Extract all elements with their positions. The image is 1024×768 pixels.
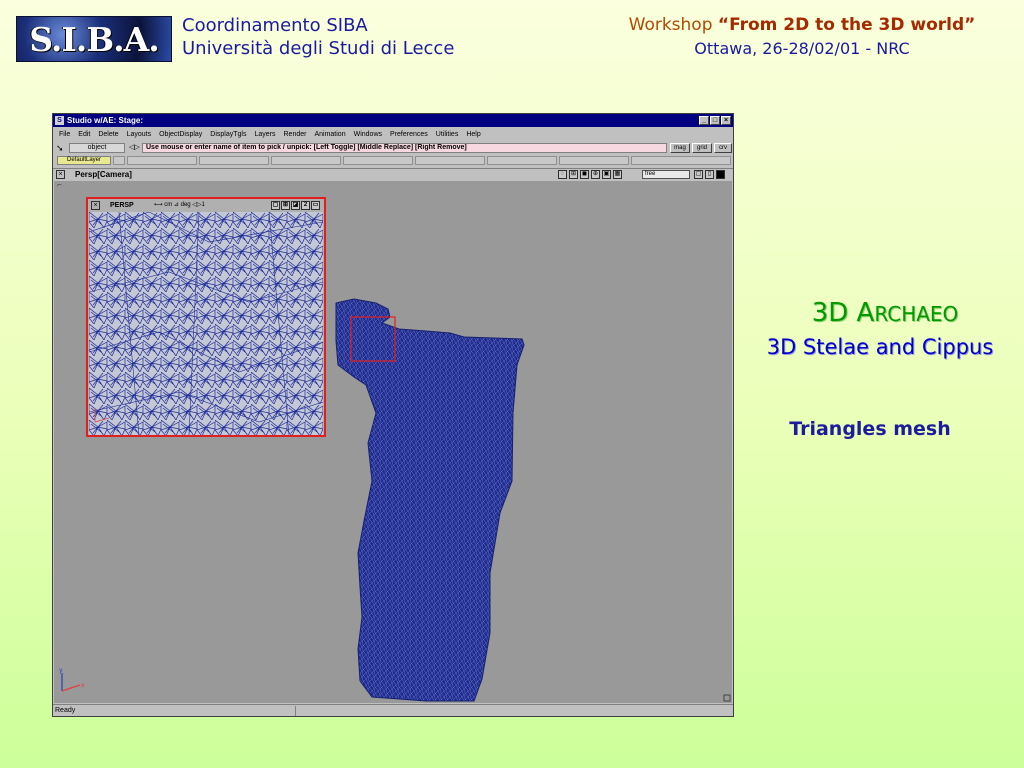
- layer-slot[interactable]: [113, 156, 125, 165]
- layer-slot[interactable]: [343, 156, 413, 165]
- pointer-icon[interactable]: ➘: [56, 143, 66, 153]
- workshop-title: “From 2D to the 3D world”: [717, 15, 976, 35]
- inset-tool-icons: ▢ ⊞ ◪ 2 ▭: [271, 201, 320, 210]
- menu-utilities[interactable]: Utilities: [436, 129, 459, 141]
- status-bar: Ready: [53, 704, 733, 717]
- inset-number-icon[interactable]: 2: [301, 201, 310, 210]
- history-arrows-icon[interactable]: ◁▷: [129, 143, 140, 153]
- workshop-block: Workshop “From 2D to the 3D world” Ottaw…: [580, 14, 1024, 60]
- svg-text:x: x: [81, 682, 85, 689]
- menu-delete[interactable]: Delete: [98, 129, 118, 141]
- zoom-icon[interactable]: ◼: [580, 170, 589, 179]
- perspective-inset[interactable]: × PERSP ⟷ cm ⊿ deg ◁▷1 ▢ ⊞ ◪ 2 ▭: [86, 197, 326, 437]
- camera-icon[interactable]: ▢: [694, 170, 703, 179]
- org-line-1: Coordinamento SIBA: [182, 15, 368, 36]
- inset-mesh-canvas: [89, 212, 323, 435]
- view-tool-icons: ◌ ⊞ ◼ ⊕ ▣ ▦: [558, 170, 622, 179]
- status-text: Ready: [55, 707, 76, 714]
- crv-button[interactable]: crv: [714, 143, 732, 153]
- layer-slot[interactable]: [631, 156, 731, 165]
- inset-units: ⟷ cm ⊿ deg ◁▷1: [154, 202, 205, 208]
- command-row: ➘ object ◁▷ Use mouse or enter name of i…: [53, 143, 733, 154]
- inset-close-icon[interactable]: ×: [91, 201, 100, 210]
- slide-title: 3D ARCHAEO: [811, 298, 959, 328]
- layer-slot[interactable]: [271, 156, 341, 165]
- menu-edit[interactable]: Edit: [78, 129, 90, 141]
- window-title: Studio w/AE: Stage:: [67, 116, 143, 125]
- tumble-icon[interactable]: ◌: [558, 170, 567, 179]
- menu-animation[interactable]: Animation: [314, 129, 345, 141]
- fit-icon[interactable]: ▣: [602, 170, 611, 179]
- view-mode-field[interactable]: free: [642, 170, 690, 179]
- pick-mode-field[interactable]: object: [69, 143, 125, 153]
- layer-slot[interactable]: [559, 156, 629, 165]
- org-line-2: Università degli Studi di Lecce: [182, 38, 455, 59]
- siba-logo: S.I.B.A.: [16, 16, 172, 62]
- workshop-heading: Workshop “From 2D to the 3D world”: [628, 15, 976, 35]
- studio-window: S Studio w/AE: Stage: _ □ × File Edit De…: [52, 113, 734, 717]
- organization-block: Coordinamento SIBA Università degli Stud…: [182, 14, 454, 60]
- view-close-icon[interactable]: ×: [56, 170, 65, 179]
- minimize-button[interactable]: _: [699, 116, 709, 125]
- inset-zoom-icon[interactable]: ◪: [291, 201, 300, 210]
- layer-bar: DefaultLayer: [53, 156, 733, 166]
- close-button[interactable]: ×: [721, 116, 731, 125]
- menu-layouts[interactable]: Layouts: [127, 129, 152, 141]
- menu-bar: File Edit Delete Layouts ObjectDisplay D…: [53, 129, 733, 141]
- svg-text:y: y: [59, 667, 63, 674]
- slide-subtitle: 3D Stelae and Cippus: [766, 335, 994, 359]
- prompt-line[interactable]: Use mouse or enter name of item to pick …: [142, 143, 667, 153]
- inset-frame-icon[interactable]: ▢: [271, 201, 280, 210]
- status-divider: [295, 706, 296, 716]
- inset-title: PERSP: [110, 202, 134, 209]
- mag-button[interactable]: mag: [670, 143, 690, 153]
- maximize-button[interactable]: □: [710, 116, 720, 125]
- layer-slot[interactable]: [415, 156, 485, 165]
- view-title: Persp[Camera]: [75, 170, 132, 179]
- menu-objectdisplay[interactable]: ObjectDisplay: [159, 129, 202, 141]
- layer-slot[interactable]: [127, 156, 197, 165]
- inset-track-icon[interactable]: ⊞: [281, 201, 290, 210]
- view-extra-icons: ▢ ▯: [694, 170, 725, 179]
- menu-file[interactable]: File: [59, 129, 70, 141]
- default-layer-button[interactable]: DefaultLayer: [57, 156, 111, 165]
- grid-button[interactable]: grid: [692, 143, 712, 153]
- mesh-caption: Triangles mesh: [789, 418, 951, 440]
- workshop-place: Ottawa, 26-28/02/01 - NRC: [694, 39, 910, 58]
- dolly-icon[interactable]: ⊕: [591, 170, 600, 179]
- window-controls: _ □ ×: [699, 116, 731, 125]
- window-titlebar[interactable]: S Studio w/AE: Stage: _ □ ×: [53, 114, 733, 127]
- app-icon[interactable]: S: [55, 116, 64, 125]
- menu-preferences[interactable]: Preferences: [390, 129, 428, 141]
- layer-slot[interactable]: [199, 156, 269, 165]
- layer-slot[interactable]: [487, 156, 557, 165]
- view-titlebar: × Persp[Camera] ◌ ⊞ ◼ ⊕ ▣ ▦ free ▢ ▯: [53, 168, 733, 180]
- menu-render[interactable]: Render: [284, 129, 307, 141]
- render-icon[interactable]: [716, 170, 725, 179]
- grid-view-icon[interactable]: ▦: [613, 170, 622, 179]
- menu-layers[interactable]: Layers: [254, 129, 275, 141]
- layout-icon[interactable]: ▯: [705, 170, 714, 179]
- menu-help[interactable]: Help: [466, 129, 480, 141]
- inset-layout-icon[interactable]: ▭: [311, 201, 320, 210]
- perspective-viewport[interactable]: ⌐ y x × PERSP ⟷ cm ⊿ deg ◁▷1 ▢ ⊞ ◪ 2 ▭: [54, 181, 732, 703]
- menu-displaytgls[interactable]: DisplayTgls: [210, 129, 246, 141]
- menu-windows[interactable]: Windows: [354, 129, 382, 141]
- inset-titlebar: × PERSP ⟷ cm ⊿ deg ◁▷1 ▢ ⊞ ◪ 2 ▭: [88, 199, 324, 212]
- svg-text:⌐: ⌐: [57, 182, 62, 189]
- track-icon[interactable]: ⊞: [569, 170, 578, 179]
